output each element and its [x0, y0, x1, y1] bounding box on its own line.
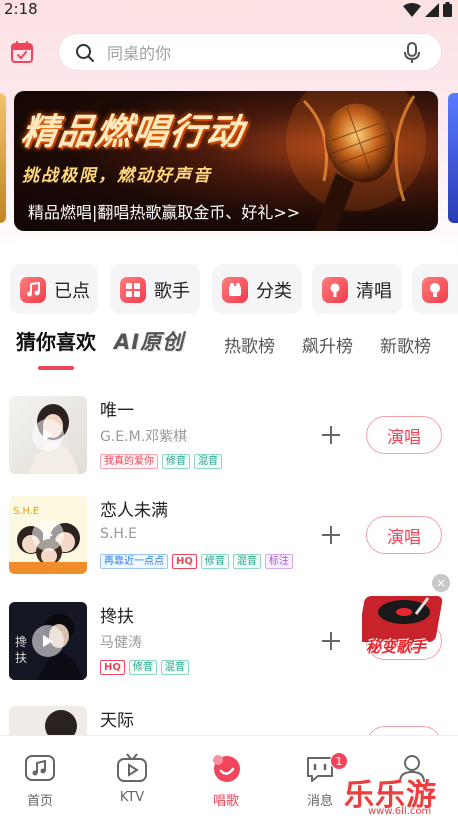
quick-item-singers[interactable]: 歌手 [110, 264, 200, 314]
sing-button[interactable]: 演唱 [366, 416, 442, 454]
status-icons [403, 2, 452, 17]
tag: 混音 [194, 454, 222, 469]
quick-item-categories[interactable]: 分类 [212, 264, 302, 314]
search-input[interactable] [107, 40, 397, 66]
tab-new-chart[interactable]: 新歌榜 [380, 332, 431, 357]
battery-icon [443, 2, 452, 17]
music-note-icon [20, 277, 46, 303]
float-promo-label[interactable]: 秘变歌手 [366, 636, 426, 657]
tag: 修音 [128, 660, 157, 675]
song-tags: 再靠近一点点 HQ 修音 混音 标注 [100, 554, 293, 569]
tag: 我真的爱你 [100, 454, 158, 469]
banner-next-peek[interactable] [448, 93, 458, 223]
calendar-icon[interactable] [10, 40, 34, 64]
play-icon[interactable] [32, 625, 64, 657]
quick-item-acapella[interactable]: 清唱 [312, 264, 402, 314]
nav-sing[interactable]: 唱歌 [196, 736, 256, 816]
svg-text:S.H.E: S.H.E [13, 506, 39, 517]
nav-ktv[interactable]: KTV [102, 736, 162, 816]
tv-icon [117, 753, 147, 782]
svg-text:扶: 扶 [15, 650, 27, 665]
banner-subtitle: 挑战极限，燃动好声音 [22, 166, 212, 186]
song-title: 天际 [100, 711, 134, 731]
tag: 混音 [232, 554, 261, 569]
song-tags: HQ 修音 混音 [100, 660, 189, 675]
tag: 再靠近一点点 [100, 554, 168, 569]
microphone-icon [322, 277, 348, 303]
tag: 修音 [200, 554, 229, 569]
tag: HQ [172, 554, 197, 569]
grid-icon [120, 277, 146, 303]
quick-item-label: 清唱 [356, 281, 392, 302]
nav-label: KTV [119, 790, 145, 805]
unread-badge: 1 [330, 752, 348, 770]
quick-item-ordered[interactable]: 已点 [10, 264, 98, 314]
song-artist: S.H.E [100, 526, 137, 542]
song-row[interactable]: S.H.E 恋人未满 S.H.E 再靠近一点点 HQ 修音 混音 标注 演唱 [0, 496, 458, 592]
add-icon[interactable] [320, 524, 342, 546]
tag: HQ [100, 660, 125, 675]
song-title: 唯一 [100, 401, 134, 421]
song-cover[interactable] [9, 396, 87, 474]
nav-messages[interactable]: 1 消息 [290, 736, 350, 816]
microphone-icon[interactable] [403, 42, 421, 64]
signal-icon [425, 2, 439, 17]
song-cover[interactable]: 搀 扶 [9, 602, 87, 680]
nav-label: 消息 [306, 794, 333, 809]
tab-guess-you-like[interactable]: 猜你喜欢 [16, 326, 96, 355]
wifi-icon [403, 2, 421, 17]
watermark-url: www.6ll.com [368, 806, 432, 817]
quick-item-more[interactable] [412, 264, 458, 314]
lightbulb-icon [422, 277, 448, 303]
sing-icon [213, 755, 240, 782]
quick-item-label: 分类 [256, 281, 292, 302]
sing-button[interactable]: 演唱 [366, 516, 442, 554]
song-cover[interactable]: S.H.E [9, 496, 87, 574]
status-bar: 2:18 [0, 0, 458, 22]
quick-category-row: 已点 歌手 分类 清唱 [10, 264, 458, 314]
tab-indicator [38, 366, 74, 370]
tab-ai-original[interactable]: AI原创 [114, 326, 184, 356]
play-icon[interactable] [32, 419, 64, 451]
banner-caption: 精品燃唱|翻唱热歌赢取金币、好礼>> [28, 203, 301, 222]
song-artist: 马健涛 [100, 635, 142, 651]
close-icon[interactable]: × [432, 574, 450, 592]
add-icon[interactable] [320, 424, 342, 446]
play-icon[interactable] [32, 519, 64, 551]
song-title: 搀扶 [100, 607, 134, 627]
tab-rising-chart[interactable]: 飙升榜 [302, 332, 353, 357]
tag: 修音 [162, 454, 190, 469]
song-title: 恋人未满 [100, 501, 168, 521]
song-artist: G.E.M.邓紫棋 [100, 429, 188, 445]
music-note-icon [25, 755, 55, 781]
song-tags: 我真的爱你 修音 混音 [100, 454, 222, 469]
search-bar[interactable] [58, 33, 442, 71]
tag: 混音 [160, 660, 189, 675]
banner-prev-peek[interactable] [0, 93, 6, 223]
add-icon[interactable] [320, 630, 342, 652]
svg-text:搀: 搀 [15, 635, 27, 649]
quick-item-label: 已点 [54, 281, 90, 302]
banner-title: 精品燃唱行动 [18, 112, 247, 153]
nav-label: 唱歌 [212, 794, 239, 809]
quick-item-label: 歌手 [154, 281, 190, 302]
category-icon [222, 277, 248, 303]
promo-banner[interactable]: 精品燃唱行动 挑战极限，燃动好声音 精品燃唱|翻唱热歌赢取金币、好礼>> [14, 91, 438, 231]
tab-hot-chart[interactable]: 热歌榜 [224, 332, 275, 357]
tag: 标注 [264, 554, 293, 569]
status-time: 2:18 [4, 0, 38, 18]
search-icon [76, 44, 94, 62]
nav-label: 首页 [26, 794, 53, 809]
song-row[interactable]: 唯一 G.E.M.邓紫棋 我真的爱你 修音 混音 演唱 [0, 396, 458, 492]
nav-home[interactable]: 首页 [10, 736, 70, 816]
